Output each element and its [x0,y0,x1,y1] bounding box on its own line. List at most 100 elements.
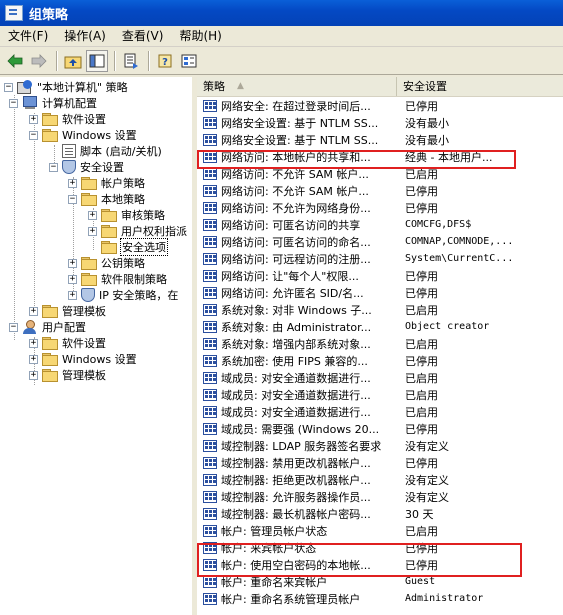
collapse-icon[interactable]: − [4,82,13,92]
table-row[interactable]: 帐户: 使用空白密码的本地帐... 已停用 [197,556,563,573]
table-row[interactable]: 网络访问: 不允许为网络身份... 已停用 [197,199,563,216]
folder-icon [42,113,58,126]
table-row[interactable]: 帐户: 管理员帐户状态 已启用 [197,522,563,539]
table-row[interactable]: 帐户: 来宾帐户状态 已停用 [197,539,563,556]
security-setting-value: 已启用 [405,524,438,538]
collapse-icon[interactable]: − [9,98,18,108]
tree-software-settings[interactable]: + 软件设置 [29,111,107,127]
tree-ip-security[interactable]: + IP 安全策略，在 [68,287,179,303]
tree-local-policies[interactable]: − 本地策略 [68,191,146,207]
collapse-icon[interactable]: − [49,162,58,172]
tree-admin-templates[interactable]: + 管理模板 [29,303,107,319]
tree-computer-config[interactable]: − 计算机配置 [9,95,98,111]
expand-icon[interactable]: + [29,354,38,364]
tree-user-rights[interactable]: + 用户权利指派 [88,223,188,239]
column-header-setting[interactable]: 安全设置 [397,77,563,96]
table-row[interactable]: 系统加密: 使用 FIPS 兼容的... 已停用 [197,352,563,369]
table-row[interactable]: 域控制器: 允许服务器操作员... 没有定义 [197,488,563,505]
table-row[interactable]: 域成员: 对安全通道数据进行... 已启用 [197,369,563,386]
security-policy-icon [203,456,217,469]
expand-icon[interactable]: + [68,274,77,284]
properties-icon[interactable] [178,50,200,72]
security-setting-value: 已停用 [405,269,438,283]
table-row[interactable]: 域控制器: LDAP 服务器签名要求 没有定义 [197,437,563,454]
collapse-icon[interactable]: − [29,130,38,140]
table-row[interactable]: 网络访问: 不允许 SAM 帐户... 已启用 [197,165,563,182]
export-list-icon[interactable] [120,50,142,72]
expand-icon[interactable]: + [29,306,38,316]
security-policy-icon [203,388,217,401]
table-row[interactable]: 域控制器: 拒绝更改机器帐户... 没有定义 [197,471,563,488]
table-row[interactable]: 域控制器: 最长机器帐户密码... 30 天 [197,505,563,522]
collapse-icon[interactable]: − [9,322,18,332]
tree-user-software[interactable]: + 软件设置 [29,335,107,351]
tree-user-admin[interactable]: + 管理模板 [29,367,107,383]
table-row[interactable]: 网络安全设置: 基于 NTLM SS... 没有最小 [197,131,563,148]
security-policy-icon [203,575,217,588]
security-setting-value: COMCFG,DFS$ [405,219,472,230]
table-row[interactable]: 网络访问: 让"每个人"权限... 已停用 [197,267,563,284]
show-hide-tree-icon[interactable] [86,49,108,72]
up-folder-icon[interactable] [62,50,84,72]
expand-icon[interactable]: + [88,210,97,220]
menu-view[interactable]: 查看(V) [114,26,172,46]
policy-cell: 帐户: 重命名来宾帐户 [197,574,397,590]
table-row[interactable]: 域成员: 对安全通道数据进行... 已启用 [197,403,563,420]
table-row[interactable]: 网络访问: 可匿名访问的命名... COMNAP,COMNODE,... [197,233,563,250]
table-row[interactable]: 网络访问: 可远程访问的注册... System\CurrentC... [197,250,563,267]
table-row[interactable]: 域成员: 对安全通道数据进行... 已启用 [197,386,563,403]
table-row[interactable]: 帐户: 重命名来宾帐户 Guest [197,573,563,590]
tree-security-settings[interactable]: − 安全设置 [49,159,125,175]
tree-account-policies[interactable]: + 帐户策略 [68,175,146,191]
back-arrow-icon[interactable] [4,50,26,72]
help-icon[interactable]: ? [154,50,176,72]
tree-software-restriction[interactable]: + 软件限制策略 [68,271,168,287]
column-header-policy[interactable]: 策略 ▲ [197,77,397,96]
table-row[interactable]: 系统对象: 由 Administrator... Object creator [197,318,563,335]
expand-icon[interactable]: + [68,178,77,188]
menu-help[interactable]: 帮助(H) [171,26,229,46]
table-row[interactable]: 网络安全设置: 基于 NTLM SS... 没有最小 [197,114,563,131]
policy-cell: 帐户: 管理员帐户状态 [197,523,397,539]
policy-name: 帐户: 管理员帐户状态 [221,524,328,538]
menu-file[interactable]: 文件(F) [0,26,56,46]
console-tree[interactable]: − "本地计算机" 策略 − 计算机配置 + 软件设置 − Windows 设置… [0,77,194,615]
table-row[interactable]: 网络访问: 允许匿名 SID/名... 已停用 [197,284,563,301]
tree-user-windows[interactable]: + Windows 设置 [29,351,138,367]
menu-action[interactable]: 操作(A) [56,26,114,46]
table-row[interactable]: 网络安全: 在超过登录时间后... 已停用 [197,97,563,114]
tree-user-config[interactable]: − 用户配置 [9,319,87,335]
expand-icon[interactable]: + [29,338,38,348]
policy-name: 帐户: 重命名来宾帐户 [221,575,328,589]
expand-icon[interactable]: + [29,114,38,124]
table-row[interactable]: 系统对象: 对非 Windows 子... 已启用 [197,301,563,318]
collapse-icon[interactable]: − [68,194,77,204]
policy-cell: 域控制器: 允许服务器操作员... [197,489,397,505]
group-policy-app-icon[interactable] [5,5,23,21]
tree-scripts[interactable]: 脚本 (启动/关机) [49,143,163,159]
tree-public-key[interactable]: + 公钥策略 [68,255,146,271]
table-row[interactable]: 域控制器: 禁用更改机器帐户... 已停用 [197,454,563,471]
expand-icon[interactable]: + [88,226,97,236]
expand-icon[interactable]: + [68,258,77,268]
expand-icon[interactable]: + [68,290,77,300]
security-policy-icon [203,150,217,163]
table-row[interactable]: 帐户: 重命名系统管理员帐户 Administrator [197,590,563,607]
tree-root[interactable]: − "本地计算机" 策略 [4,79,129,95]
tree-audit-policy[interactable]: + 审核策略 [88,207,166,223]
policy-list[interactable]: 策略 ▲ 安全设置 网络安全: 在超过登录时间后... 已停用 网络安全设置: 基于… [197,77,563,615]
forward-arrow-icon[interactable] [28,50,50,72]
table-row[interactable]: 域成员: 需要强 (Windows 20... 已停用 [197,420,563,437]
security-policy-icon [203,422,217,435]
table-row[interactable]: 网络访问: 可匿名访问的共享 COMCFG,DFS$ [197,216,563,233]
security-setting-value: 已启用 [405,167,438,181]
policy-name: 网络访问: 不允许为网络身份... [221,201,371,215]
table-row[interactable]: 网络访问: 不允许 SAM 帐户... 已停用 [197,182,563,199]
table-row[interactable]: 网络访问: 本地帐户的共享和... 经典 - 本地用户... [197,148,563,165]
policy-cell: 网络访问: 可匿名访问的共享 [197,217,397,233]
tree-windows-settings[interactable]: − Windows 设置 [29,127,138,143]
expand-icon[interactable]: + [29,370,38,380]
table-row[interactable]: 系统对象: 增强内部系统对象... 已启用 [197,335,563,352]
tree-security-options[interactable]: 安全选项 [88,238,168,256]
folder-icon [42,337,58,350]
